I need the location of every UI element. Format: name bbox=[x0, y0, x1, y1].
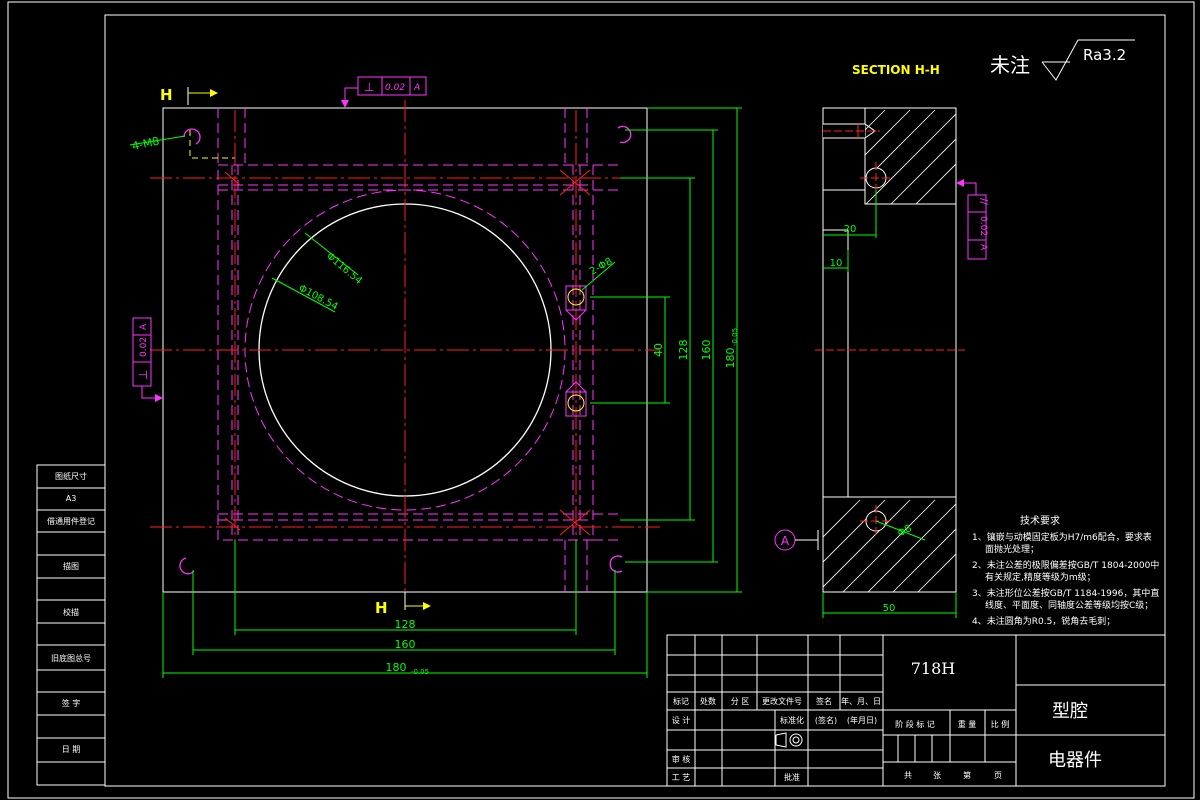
svg-text:3、未注形位公差按GB/T 1184-1996，其中直: 3、未注形位公差按GB/T 1184-1996，其中直 bbox=[972, 587, 1159, 599]
svg-text:⊥: ⊥ bbox=[364, 80, 374, 94]
roughness-note: 未注 Ra3.2 bbox=[990, 39, 1135, 81]
pocket-corner-marks bbox=[224, 169, 591, 536]
section-thread-hole bbox=[823, 123, 880, 139]
svg-text:共: 共 bbox=[904, 771, 912, 780]
strip-label-check: 校描 bbox=[63, 607, 79, 617]
roughness-value: Ra3.2 bbox=[1083, 46, 1126, 64]
svg-text:⊥: ⊥ bbox=[136, 370, 150, 380]
svg-text:技术要求: 技术要求 bbox=[1020, 514, 1060, 527]
strip-label-old-number: 旧底图总号 bbox=[51, 653, 91, 663]
svg-text:分 区: 分 区 bbox=[731, 697, 750, 706]
section-letter-top: H bbox=[160, 86, 173, 104]
dim-10-section: 10 bbox=[830, 258, 843, 269]
svg-text:Φ108.54: Φ108.54 bbox=[297, 283, 340, 313]
title-material: 718H bbox=[911, 659, 956, 678]
svg-text:A: A bbox=[978, 244, 988, 251]
svg-text:A: A bbox=[139, 323, 149, 330]
svg-text:有关规定,精度等级为m级；: 有关规定,精度等级为m级； bbox=[985, 571, 1096, 583]
svg-text:重 量: 重 量 bbox=[958, 719, 977, 729]
strip-label-borrowed: 借通用件登记 bbox=[47, 516, 95, 526]
svg-text:0.02: 0.02 bbox=[978, 216, 988, 236]
svg-text:Φ116.54: Φ116.54 bbox=[324, 251, 364, 287]
left-strip bbox=[36, 464, 106, 786]
section-view: SECTION H-H Φ8 20 10 50 // 0.02 A A bbox=[774, 63, 989, 618]
svg-text:标记: 标记 bbox=[673, 696, 689, 706]
section-letter-bottom: H bbox=[375, 599, 388, 617]
datum-a-symbol: A bbox=[774, 529, 819, 551]
section-marker-top: H bbox=[160, 86, 218, 105]
svg-text:A: A bbox=[781, 534, 790, 548]
section-hole-callout: Φ8 bbox=[875, 520, 926, 541]
svg-text:比 例: 比 例 bbox=[991, 719, 1010, 729]
svg-text:(签名): (签名) bbox=[815, 715, 837, 725]
tolerance-frame-right: // 0.02 A bbox=[956, 179, 989, 260]
dim-160-right: 160 bbox=[700, 340, 713, 361]
strip-label-sign: 签 字 bbox=[62, 698, 81, 708]
svg-text:处数: 处数 bbox=[700, 696, 716, 706]
svg-text:4、未注圆角为R0.5，锐角去毛刺；: 4、未注圆角为R0.5，锐角去毛刺； bbox=[972, 615, 1115, 627]
section-marker-bottom: H bbox=[375, 592, 431, 617]
svg-text:1、镶嵌与动模固定板为H7/m6配合，要求表: 1、镶嵌与动模固定板为H7/m6配合，要求表 bbox=[972, 531, 1152, 543]
svg-text:2、未注公差的极限偏差按GB/T 1804-2000中: 2、未注公差的极限偏差按GB/T 1804-2000中 bbox=[972, 559, 1159, 571]
tech-requirements: 技术要求 1、镶嵌与动模固定板为H7/m6配合，要求表 面抛光处理； 2、未注公… bbox=[972, 514, 1159, 627]
dim-180-right-tol: -0.05 bbox=[731, 328, 739, 346]
projection-symbol bbox=[775, 732, 803, 748]
bore-callout-outer: Φ116.54 bbox=[304, 232, 364, 287]
strip-label-a3: A3 bbox=[66, 494, 77, 503]
dim-20-section: 20 bbox=[844, 224, 857, 235]
svg-text:A: A bbox=[413, 83, 420, 93]
svg-text:更改文件号: 更改文件号 bbox=[762, 696, 802, 706]
svg-text:设 计: 设 计 bbox=[672, 715, 691, 725]
svg-text:Φ8: Φ8 bbox=[896, 523, 914, 540]
roughness-prefix: 未注 bbox=[990, 53, 1030, 77]
svg-text:2-Φ8: 2-Φ8 bbox=[588, 256, 614, 278]
strip-label-sheet-size: 图纸尺寸 bbox=[55, 471, 87, 481]
svg-text:审 核: 审 核 bbox=[672, 754, 691, 764]
svg-text:批准: 批准 bbox=[784, 772, 800, 782]
svg-text://: // bbox=[978, 198, 989, 205]
svg-text:面抛光处理；: 面抛光处理； bbox=[985, 543, 1039, 555]
section-title: SECTION H-H bbox=[852, 63, 940, 77]
section-dimensions bbox=[822, 190, 957, 618]
svg-text:第: 第 bbox=[963, 770, 971, 780]
dim-50-section: 50 bbox=[883, 603, 896, 614]
thread-callout: 4-M8 bbox=[129, 135, 186, 153]
front-view: H H 4-M8 Φ116.54 Φ108.54 2-Φ8 ⊥ 0.02 A A… bbox=[129, 76, 742, 678]
engineering-drawing: 图纸尺寸 A3 借通用件登记 描图 校描 旧底图总号 签 字 日 期 H H 4… bbox=[7, 1, 1195, 799]
svg-text:4-M8: 4-M8 bbox=[131, 135, 161, 153]
tolerance-frame-top: ⊥ 0.02 A bbox=[341, 76, 427, 108]
pin-callout: 2-Φ8 bbox=[581, 256, 616, 291]
svg-text:0.02: 0.02 bbox=[385, 83, 405, 93]
svg-text:页: 页 bbox=[994, 771, 1002, 780]
dim-180-bottom-tol: -0.05 bbox=[411, 668, 429, 676]
dim-160-bottom: 160 bbox=[395, 638, 416, 651]
svg-text:线度、平面度、同轴度公差等级均按C级；: 线度、平面度、同轴度公差等级均按C级； bbox=[985, 599, 1153, 611]
strip-label-tracing: 描图 bbox=[63, 561, 79, 571]
dim-128-bottom: 128 bbox=[395, 618, 416, 631]
dim-180-right: 180 bbox=[724, 348, 737, 369]
svg-text:(年月日): (年月日) bbox=[847, 715, 877, 725]
svg-text:工 艺: 工 艺 bbox=[672, 773, 691, 782]
svg-text:阶 段 标 记: 阶 段 标 记 bbox=[895, 719, 935, 729]
svg-text:标准化: 标准化 bbox=[780, 715, 804, 725]
svg-text:签名: 签名 bbox=[816, 696, 832, 706]
title-product-name: 电器件 bbox=[1048, 750, 1102, 771]
strip-label-date: 日 期 bbox=[62, 745, 81, 754]
svg-text:张: 张 bbox=[933, 771, 941, 780]
dim-180-bottom: 180 bbox=[386, 661, 407, 674]
svg-text:年、月、日: 年、月、日 bbox=[841, 696, 881, 706]
bore-callout-inner: Φ108.54 bbox=[271, 277, 340, 313]
title-part-name: 型腔 bbox=[1052, 701, 1088, 722]
dim-128-right: 128 bbox=[677, 340, 690, 361]
dim-40-right: 40 bbox=[652, 343, 665, 357]
inner-border bbox=[104, 14, 1166, 787]
tolerance-frame-left: A 0.02 ⊥ bbox=[132, 317, 163, 402]
svg-text:0.02: 0.02 bbox=[139, 337, 149, 357]
